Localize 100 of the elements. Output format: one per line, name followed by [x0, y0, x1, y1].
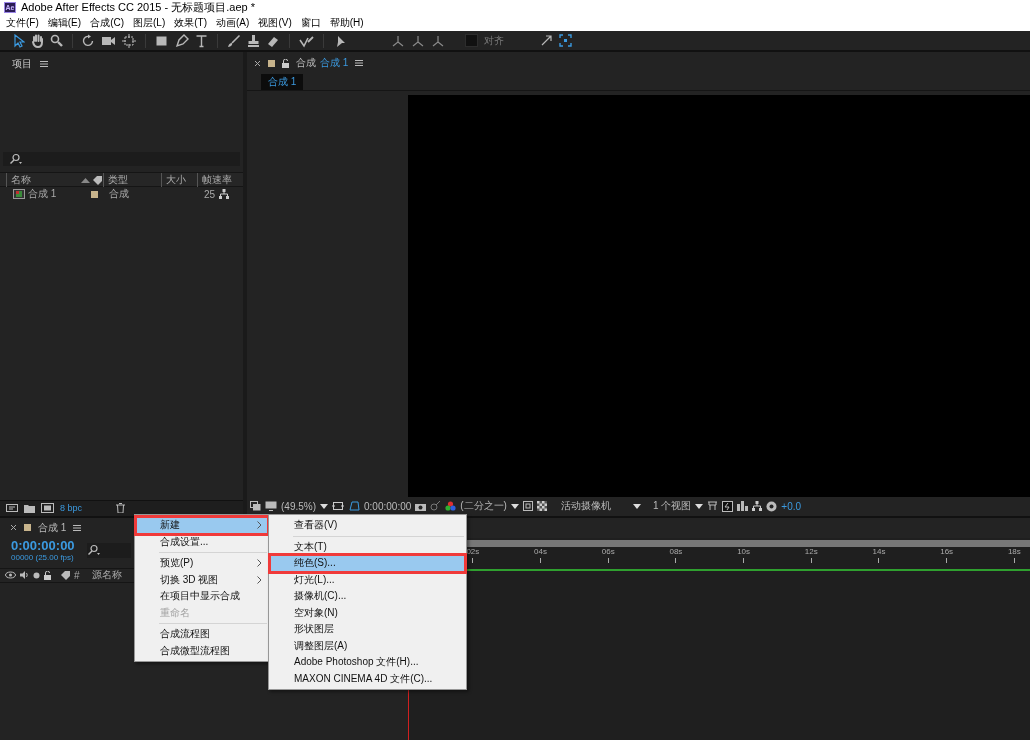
dropdown-caret-icon[interactable] [320, 503, 328, 509]
lock-icon[interactable] [44, 570, 51, 580]
close-icon[interactable] [10, 524, 17, 532]
current-time[interactable]: 0:00:00:00 [11, 537, 75, 553]
menu-item[interactable]: Adobe Photoshop 文件(H)... [270, 654, 465, 671]
time-label: 16s [940, 546, 954, 556]
menu-item[interactable]: 空对象(N) [270, 604, 465, 621]
zoom-icon[interactable] [50, 33, 63, 48]
brush-icon[interactable] [227, 33, 241, 48]
interpret-footage-icon[interactable] [6, 503, 18, 514]
region-of-interest-icon[interactable] [522, 501, 533, 512]
zoom-level[interactable]: (49.5%) [281, 500, 316, 512]
search-field[interactable] [86, 542, 131, 558]
menu-item[interactable]: 合成微型流程图 [136, 642, 268, 659]
menu-item[interactable]: 查看器(V) [270, 517, 465, 534]
menu-item[interactable]: 新建 [136, 517, 268, 534]
menu-item[interactable]: 在项目中显示合成 [136, 588, 268, 605]
snapshot-camera-icon[interactable] [415, 501, 427, 511]
local-axis-icon[interactable] [391, 33, 405, 48]
always-preview-icon[interactable] [250, 501, 261, 512]
eye-icon[interactable] [5, 571, 16, 580]
expand-arrows-icon[interactable] [540, 34, 553, 47]
menu-item[interactable]: 纯色(S)... [270, 555, 465, 572]
column-header[interactable]: 大小 [161, 173, 197, 187]
flowchart-icon[interactable] [752, 501, 763, 512]
bit-depth[interactable]: 8 bpc [60, 503, 83, 514]
snap-checkbox[interactable] [465, 34, 478, 47]
lock-icon[interactable] [282, 58, 289, 68]
menu-item[interactable]: 预览(P) [136, 555, 268, 572]
exposure-icon[interactable] [766, 500, 778, 512]
column-header[interactable]: 帧速率 [197, 173, 233, 187]
sort-arrow-icon[interactable] [81, 177, 90, 183]
view-axis-icon[interactable] [431, 33, 445, 48]
menu-item[interactable]: 合成流程图 [136, 626, 268, 643]
panel-title[interactable]: 合成 1 [38, 520, 67, 535]
menu-item[interactable]: 动画(A) [216, 16, 250, 30]
menu-item[interactable]: 文件(F) [6, 16, 39, 30]
pen-icon[interactable] [175, 33, 189, 48]
composition-name[interactable]: 合成 1 [320, 56, 349, 70]
exposure-value[interactable]: +0.0 [781, 500, 802, 512]
stamp-icon[interactable] [247, 33, 260, 48]
menu-item[interactable]: 编辑(E) [47, 16, 82, 30]
menu-item[interactable]: 效果(T) [174, 16, 208, 30]
dropdown-caret-icon[interactable] [695, 503, 704, 509]
camera-dropdown[interactable]: 活动摄像机 [560, 499, 611, 514]
search-icon[interactable] [86, 544, 101, 557]
item-type: 合成 [109, 187, 130, 201]
menu-item[interactable]: 形状图层 [270, 621, 465, 638]
trash-icon[interactable] [116, 503, 126, 514]
transparency-grid-icon[interactable] [536, 501, 547, 512]
flowchart-icon[interactable] [219, 189, 229, 199]
text-tool-icon[interactable] [195, 33, 208, 48]
show-snapshot-icon[interactable] [430, 501, 442, 512]
current-time[interactable]: 0:00:00:00 [364, 500, 412, 512]
menu-item[interactable]: 图层(L) [133, 16, 166, 30]
color-channels-icon[interactable] [445, 501, 457, 512]
menu-item[interactable]: 合成(C) [90, 16, 124, 30]
time-label: 06s [601, 546, 615, 556]
grid-frame-icon[interactable] [559, 34, 572, 47]
menu-item[interactable]: 灯光(L)... [270, 571, 465, 588]
world-axis-icon[interactable] [411, 33, 425, 48]
selection-arrow-icon[interactable] [13, 33, 25, 48]
new-composition-icon[interactable] [41, 503, 54, 514]
menu-item[interactable]: 窗口 [300, 16, 321, 30]
menu-item[interactable]: 切换 3D 视图 [136, 571, 268, 588]
menu-item[interactable]: 摄像机(C)... [270, 588, 465, 605]
menu-item[interactable]: 调整图层(A) [270, 637, 465, 654]
views-dropdown[interactable]: 1 个视图 [652, 499, 692, 514]
composition-icon [13, 189, 25, 199]
close-icon[interactable] [254, 59, 261, 67]
label-swatch [24, 524, 31, 532]
column-header[interactable]: 源名称 [91, 568, 122, 583]
menu-item[interactable]: MAXON CINEMA 4D 文件(C)... [270, 670, 465, 687]
panel-menu-icon[interactable] [40, 60, 48, 68]
time-label: 14s [872, 546, 886, 556]
column-header[interactable]: 名称 [6, 173, 81, 187]
dropdown-caret-icon[interactable] [510, 503, 519, 509]
solo-dot-icon[interactable] [33, 571, 40, 579]
menu-item[interactable]: 合成设置... [136, 533, 268, 550]
monitor-icon[interactable] [265, 501, 277, 512]
hand-icon[interactable] [31, 33, 44, 48]
folder-icon[interactable] [24, 503, 35, 513]
time-label: 04s [534, 546, 547, 556]
breadcrumb[interactable]: 合成 1 [261, 74, 304, 90]
panel-menu-icon[interactable] [73, 523, 82, 532]
column-header[interactable]: # [74, 569, 80, 581]
panel-menu-icon[interactable] [355, 59, 364, 67]
search-field[interactable] [3, 152, 240, 166]
draft-3d-icon[interactable] [722, 500, 734, 512]
safe-zones-icon[interactable] [332, 501, 344, 512]
menu-item[interactable]: 帮助(H) [329, 16, 364, 30]
speaker-icon[interactable] [20, 571, 29, 580]
dropdown-caret-icon[interactable] [632, 503, 641, 509]
search-icon[interactable] [9, 153, 23, 165]
resolution-dropdown[interactable]: (二分之一) [460, 499, 507, 514]
rotate-icon[interactable] [82, 33, 95, 48]
label-tag-icon [93, 175, 102, 185]
column-header[interactable]: 类型 [103, 173, 161, 187]
mask-path-icon[interactable] [348, 501, 360, 512]
menu-item[interactable]: 视图(V) [258, 16, 292, 30]
